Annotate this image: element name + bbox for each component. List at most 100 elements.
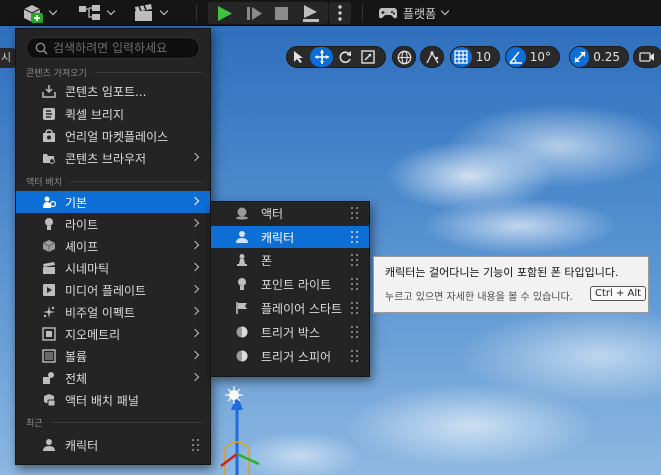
toolbar-separator (362, 4, 363, 22)
scale-snap-value[interactable]: 0.25 (589, 50, 628, 64)
viewport-options-tab[interactable]: 시 (0, 48, 16, 68)
cinematics-icon (135, 4, 152, 21)
all-classes-icon (42, 371, 56, 385)
menu-item-visual-effects[interactable]: 비주얼 이펙트 (16, 301, 210, 323)
translate-mode-button[interactable] (310, 47, 333, 67)
basic-icon (42, 195, 56, 209)
trigger-box-icon (235, 325, 249, 339)
drag-handle-icon[interactable] (351, 254, 359, 266)
eject-icon[interactable] (301, 4, 321, 23)
visual-effects-icon (42, 305, 56, 319)
character-tooltip: 캐릭터는 걸어다니는 기능이 포함된 폰 타입입니다. 누르고 있으면 자세한 … (373, 256, 649, 313)
chevron-down-icon (159, 6, 169, 16)
drag-handle-icon[interactable] (351, 278, 359, 290)
toolbar-separator (196, 4, 197, 22)
place-actors-panel-icon (42, 393, 56, 407)
import-icon (42, 84, 56, 98)
drag-handle-icon[interactable] (351, 231, 359, 243)
search-input[interactable] (53, 41, 193, 55)
grid-icon (454, 50, 468, 64)
menu-item-place-actors-panel[interactable]: 액터 배치 패널 (16, 389, 210, 411)
submenu-item-actor[interactable]: 액터 (211, 202, 369, 224)
marketplace-icon (42, 129, 56, 143)
chevron-right-icon (190, 350, 200, 360)
chevron-right-icon (190, 152, 200, 162)
tooltip-hint: 누르고 있으면 자세한 내용을 볼 수 있습니다. (385, 292, 573, 303)
globe-icon (397, 50, 412, 64)
pawn-icon (235, 253, 249, 267)
menu-item-shapes[interactable]: 셰이프 (16, 235, 210, 257)
submenu-item-trigger-box[interactable]: 트리거 박스 (211, 321, 369, 343)
stop-icon[interactable] (274, 6, 289, 21)
transform-gizmo[interactable] (215, 386, 275, 475)
chevron-right-icon (190, 306, 200, 316)
drag-handle-icon[interactable] (192, 439, 200, 451)
menu-item-basic[interactable]: 기본 (16, 191, 210, 213)
media-plate-icon (42, 283, 56, 297)
platforms-button[interactable]: 플랫폼 (378, 3, 450, 23)
camera-speed-button[interactable] (633, 46, 661, 68)
rotation-snap-group[interactable]: 10° (505, 46, 560, 68)
play-icon[interactable] (216, 5, 234, 22)
menu-item-media-plate[interactable]: 미디어 플레이트 (16, 279, 210, 301)
chevron-right-icon (190, 218, 200, 228)
chevron-right-icon (190, 262, 200, 272)
add-actor-icon (23, 5, 43, 23)
drag-handle-icon[interactable] (351, 326, 359, 338)
menu-item-marketplace[interactable]: 언리얼 마켓플레이스 (16, 125, 210, 147)
section-header-import: 콘텐츠 가져오기 (26, 66, 202, 79)
menu-item-volumes[interactable]: 볼륨 (16, 345, 210, 367)
more-options-icon (338, 5, 342, 21)
scale-mode-button[interactable] (356, 47, 379, 67)
menu-item-geometry[interactable]: 지오메트리 (16, 323, 210, 345)
step-icon[interactable] (246, 5, 264, 22)
menu-item-quixel-bridge[interactable]: 퀵셀 브리지 (16, 103, 210, 125)
chevron-right-icon (190, 328, 200, 338)
blueprint-button[interactable] (78, 3, 116, 23)
menu-search-box[interactable] (26, 37, 200, 59)
coordinate-system-button[interactable] (392, 46, 416, 68)
scale-icon (360, 50, 375, 64)
chevron-down-icon (106, 6, 116, 16)
tooltip-description: 캐릭터는 걸어다니는 기능이 포함된 폰 타입입니다. (385, 266, 619, 279)
drag-handle-icon[interactable] (351, 350, 359, 362)
actor-icon (235, 206, 249, 220)
add-actor-button[interactable] (22, 3, 58, 23)
scale-snap-group[interactable]: 0.25 (569, 46, 629, 68)
rotate-mode-button[interactable] (333, 47, 356, 67)
drag-handle-icon[interactable] (351, 207, 359, 219)
menu-item-lights[interactable]: 라이트 (16, 213, 210, 235)
chevron-right-icon (190, 196, 200, 206)
grid-snap-group[interactable]: 10 (450, 46, 500, 68)
section-header-recent: 최근 (26, 416, 202, 429)
menu-item-recent-character[interactable]: 캐릭터 (16, 434, 210, 456)
submenu-item-trigger-sphere[interactable]: 트리거 스피어 (211, 345, 369, 367)
rotation-snap-value[interactable]: 10° (526, 50, 559, 64)
grid-snap-toggle[interactable] (451, 47, 472, 67)
scale-snap-toggle[interactable] (570, 47, 590, 67)
surface-snapping-button[interactable] (420, 46, 444, 68)
bridge-icon (42, 107, 56, 121)
rotation-snap-toggle[interactable] (506, 47, 526, 67)
menu-item-content-browser[interactable]: 콘텐츠 브라우저 (16, 147, 210, 169)
character-icon (42, 438, 56, 452)
cursor-icon (293, 51, 303, 63)
quick-add-menu: 콘텐츠 가져오기 콘텐츠 임포트... 퀵셀 브리지 언리얼 마켓플레이스 콘텐… (15, 28, 211, 465)
menu-item-import-content[interactable]: 콘텐츠 임포트... (16, 80, 210, 102)
select-mode-button[interactable] (287, 47, 310, 67)
submenu-item-character[interactable]: 캐릭터 (211, 226, 369, 248)
transform-mode-group (286, 46, 386, 68)
camera-icon (639, 52, 654, 62)
submenu-item-pawn[interactable]: 폰 (211, 249, 369, 271)
drag-handle-icon[interactable] (351, 302, 359, 314)
platforms-label: 플랫폼 (403, 6, 437, 21)
more-options-button[interactable] (329, 2, 351, 24)
submenu-item-point-light[interactable]: 포인트 라이트 (211, 273, 369, 295)
cinematics-button[interactable] (133, 3, 169, 23)
rotate-icon (339, 51, 351, 63)
menu-item-cinematic[interactable]: 시네마틱 (16, 257, 210, 279)
grid-snap-value[interactable]: 10 (472, 50, 499, 64)
submenu-item-player-start[interactable]: 플레이어 스타트 (211, 297, 369, 319)
menu-item-all-classes[interactable]: 전체 (16, 367, 210, 389)
section-header-placement: 액터 배치 (26, 175, 202, 188)
